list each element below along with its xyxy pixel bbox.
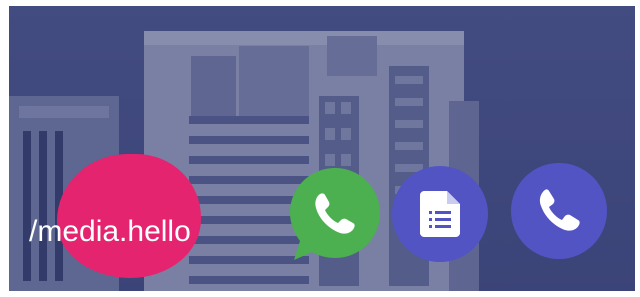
document-icon (420, 191, 460, 237)
document-button[interactable] (392, 166, 488, 262)
whatsapp-button[interactable] (286, 164, 384, 262)
phone-button[interactable] (511, 163, 607, 259)
phone-icon (539, 189, 580, 231)
handle-label[interactable]: /media.hello (29, 215, 191, 249)
hero-banner: /media.hello (9, 6, 635, 291)
whatsapp-icon (290, 168, 380, 260)
